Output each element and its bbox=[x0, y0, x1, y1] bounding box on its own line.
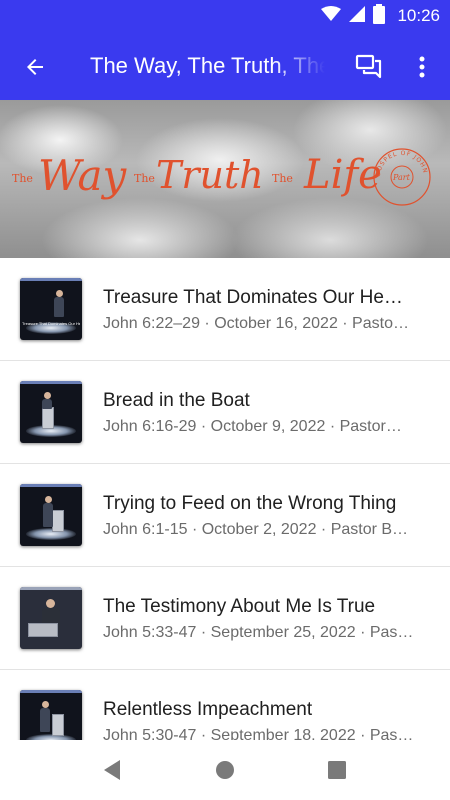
banner-word: Life bbox=[303, 152, 382, 198]
sermon-subtitle: John 6:1-15 · October 2, 2022 · Pastor B… bbox=[103, 521, 409, 538]
status-time: 10:26 bbox=[397, 6, 440, 25]
sermon-thumbnail bbox=[20, 587, 82, 649]
sermon-title: Relentless Impeachment bbox=[103, 699, 313, 720]
back-triangle-icon bbox=[104, 760, 120, 780]
chat-icon bbox=[355, 54, 382, 79]
list-item[interactable]: Bread in the Boat John 6:16-29 · October… bbox=[0, 361, 450, 464]
sermon-thumbnail bbox=[20, 381, 82, 443]
banner-word: The bbox=[12, 172, 33, 185]
signal-icon bbox=[349, 5, 366, 27]
sermon-subtitle: John 6:22–29 · October 16, 2022 · Pasto… bbox=[103, 315, 409, 332]
sermon-title: Bread in the Boat bbox=[103, 390, 250, 411]
more-options-button[interactable] bbox=[402, 46, 442, 88]
sermon-title: The Testimony About Me Is True bbox=[103, 596, 376, 617]
sermon-thumbnail bbox=[20, 484, 82, 546]
list-item[interactable]: Treasure That Dominates Our Heart Treasu… bbox=[0, 258, 450, 361]
home-circle-icon bbox=[216, 761, 234, 779]
banner-word: Way bbox=[38, 151, 128, 200]
more-vert-icon bbox=[419, 56, 425, 78]
chat-button[interactable] bbox=[348, 46, 390, 88]
sermon-thumbnail: Treasure That Dominates Our Heart bbox=[20, 278, 82, 340]
app-bar: The Way, The Truth, The Life bbox=[0, 32, 450, 100]
banner-artwork: The Way The Truth The Life Part GOSPEL O… bbox=[0, 100, 431, 206]
sermon-title: Treasure That Dominates Our He… bbox=[103, 287, 403, 308]
svg-text:Part: Part bbox=[392, 173, 411, 182]
sermon-subtitle: John 6:16-29 · October 9, 2022 · Pastor… bbox=[103, 418, 402, 435]
sermon-subtitle: John 5:33-47 · September 25, 2022 · Pas… bbox=[103, 624, 414, 641]
banner-word: The bbox=[134, 172, 155, 185]
sermon-thumbnail bbox=[20, 690, 82, 740]
series-banner: The Way The Truth The Life Part GOSPEL O… bbox=[0, 100, 450, 258]
thumbnail-caption: Treasure That Dominates Our Heart bbox=[22, 321, 80, 326]
status-icons: 10:26 bbox=[321, 0, 440, 32]
status-bar: 10:26 bbox=[0, 0, 450, 32]
banner-word: The bbox=[272, 172, 293, 185]
battery-icon bbox=[373, 3, 386, 29]
nav-back-button[interactable] bbox=[90, 752, 134, 788]
arrow-left-icon bbox=[27, 59, 43, 75]
sermon-list: Treasure That Dominates Our Heart Treasu… bbox=[0, 258, 450, 740]
page-title: The Way, The Truth, The Life bbox=[90, 53, 325, 78]
recents-square-icon bbox=[328, 761, 346, 779]
sermon-title: Trying to Feed on the Wrong Thing bbox=[103, 493, 397, 514]
list-item[interactable]: The Testimony About Me Is True John 5:33… bbox=[0, 567, 450, 670]
list-item[interactable]: Trying to Feed on the Wrong Thing John 6… bbox=[0, 464, 450, 567]
list-item[interactable]: Relentless Impeachment John 5:30-47 · Se… bbox=[0, 670, 450, 740]
nav-home-button[interactable] bbox=[203, 752, 247, 788]
back-button[interactable] bbox=[14, 46, 56, 88]
banner-word: Truth bbox=[156, 153, 264, 197]
system-nav-bar bbox=[0, 740, 450, 800]
wifi-icon bbox=[321, 5, 342, 27]
sermon-subtitle: John 5:30-47 · September 18, 2022 · Pas… bbox=[103, 727, 414, 740]
nav-recents-button[interactable] bbox=[315, 752, 359, 788]
